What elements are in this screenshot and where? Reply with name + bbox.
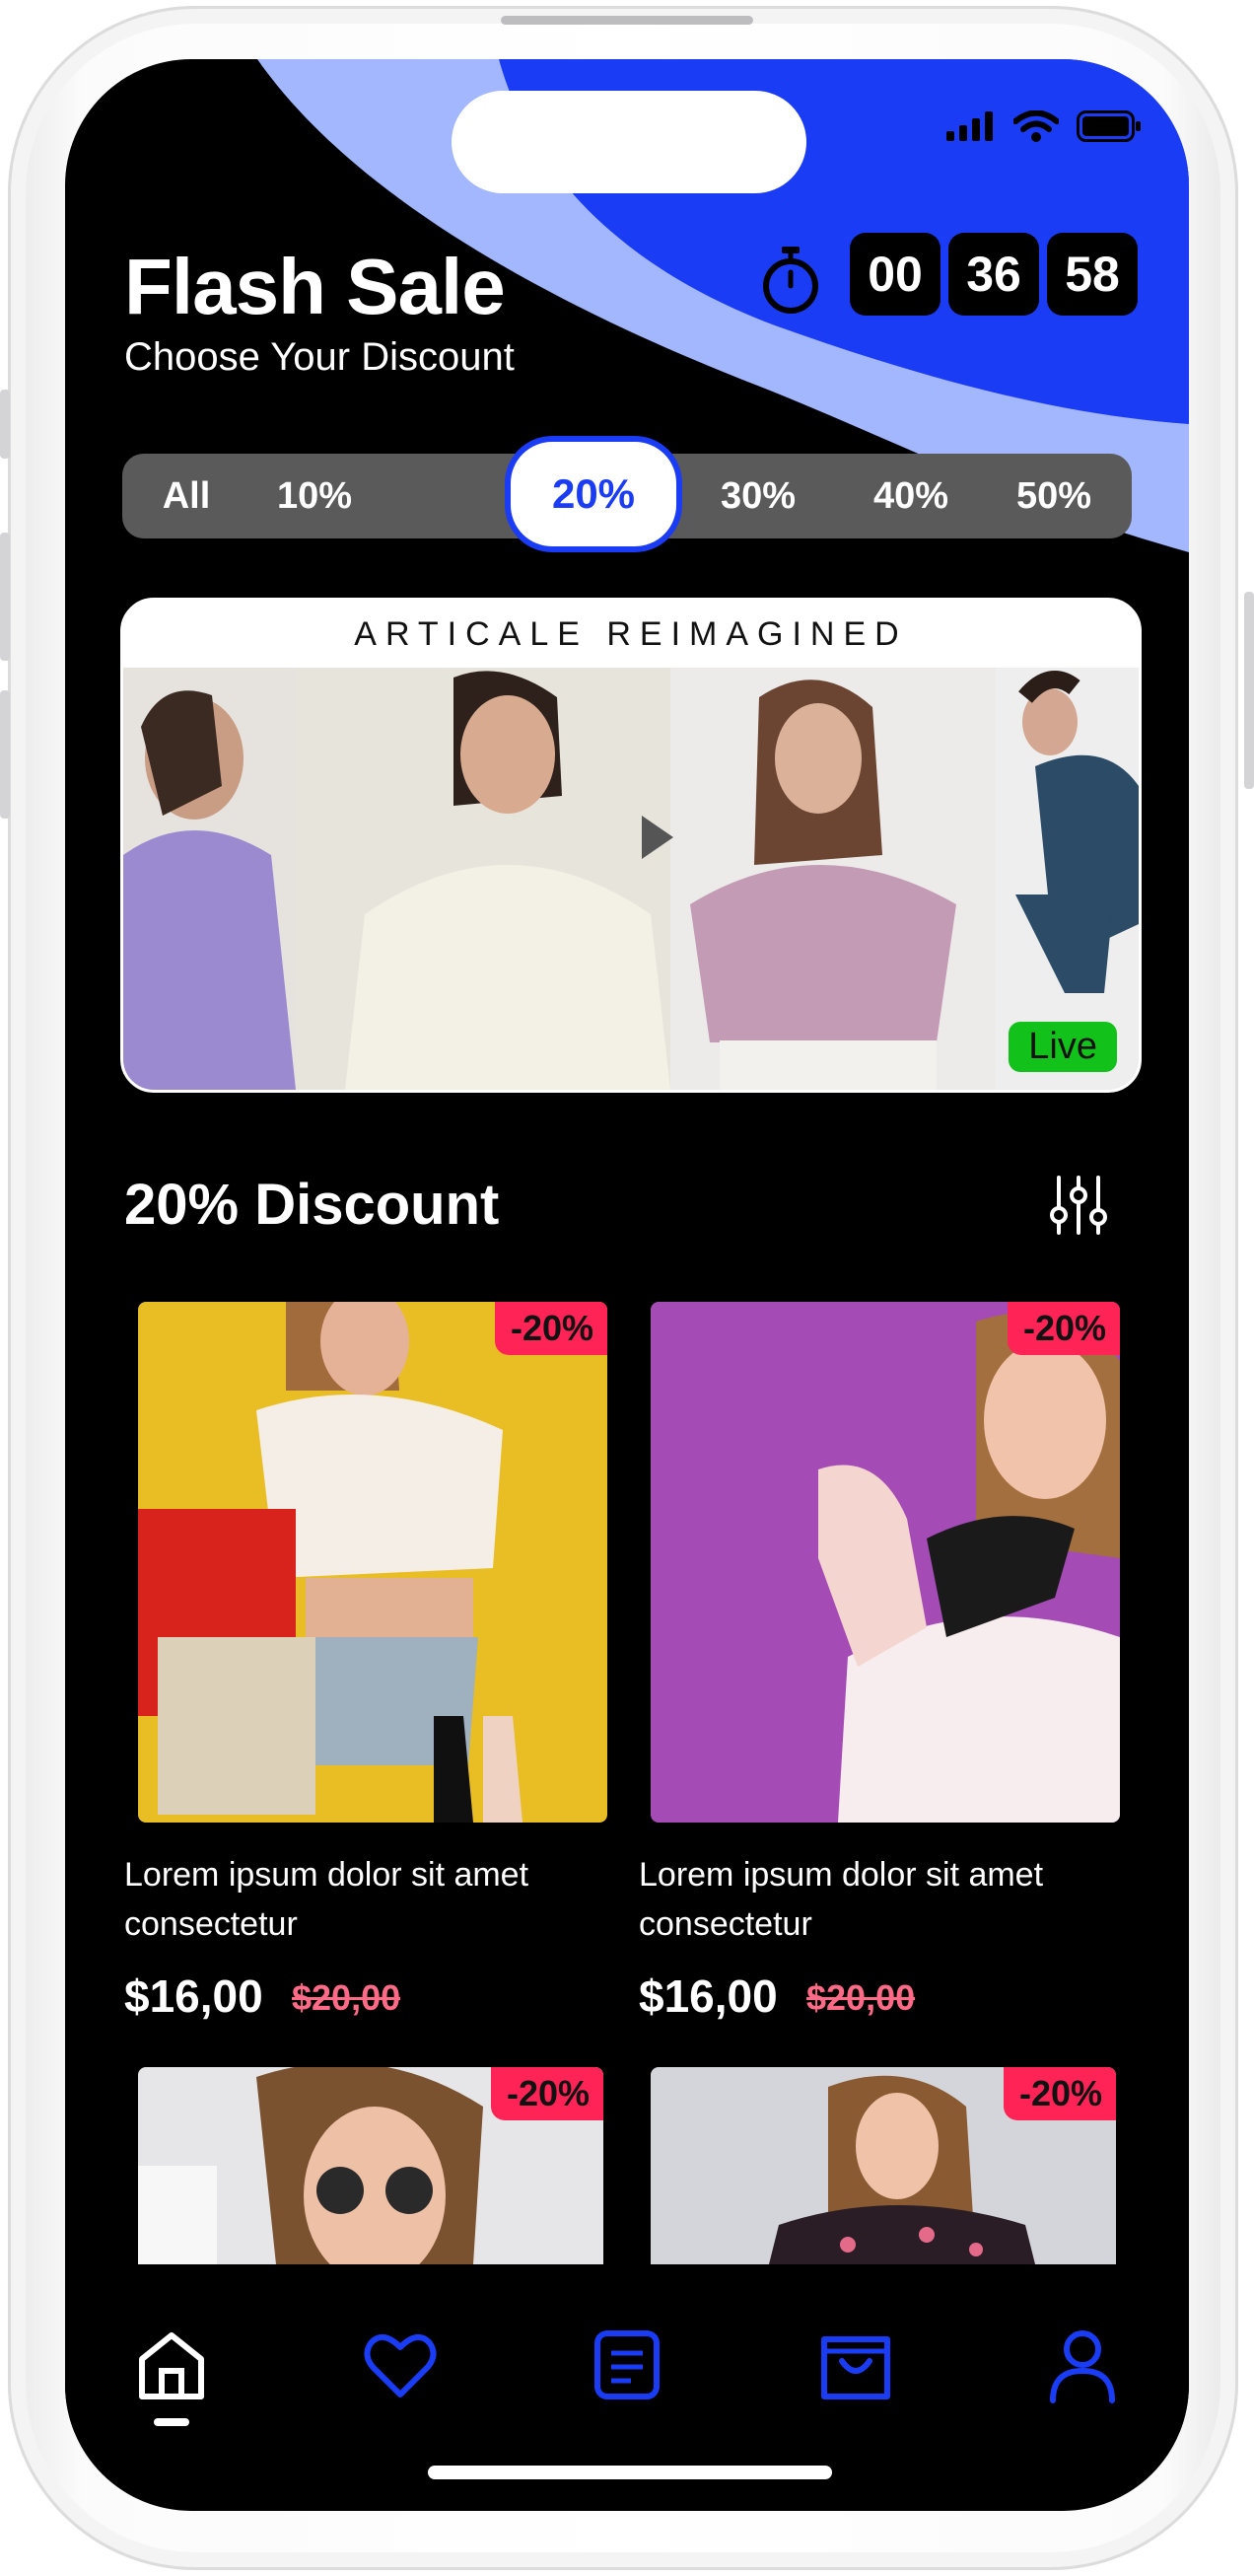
filter-all[interactable]: All xyxy=(132,454,241,538)
phone-side-button xyxy=(1244,592,1254,789)
discount-badge: -20% xyxy=(490,2067,603,2120)
timer-seconds: 58 xyxy=(1047,233,1138,316)
model-figure xyxy=(123,690,296,1090)
home-indicator[interactable] xyxy=(428,2466,832,2479)
filter-50[interactable]: 50% xyxy=(990,454,1118,538)
banner-video xyxy=(123,668,1139,1090)
sliders-icon[interactable] xyxy=(1047,1174,1110,1237)
home-icon[interactable] xyxy=(132,2326,211,2404)
banner-photo-pink-hoodie xyxy=(670,668,996,1090)
discount-filter-bar: All 10% 20% 30% 40% 50% xyxy=(122,436,1132,552)
product-image[interactable]: -20% xyxy=(651,2067,1116,2264)
page-subtitle: Choose Your Discount xyxy=(124,335,515,379)
product-image[interactable]: -20% xyxy=(138,2067,603,2264)
phone-speaker xyxy=(501,16,753,25)
discount-badge: -20% xyxy=(1007,1302,1120,1355)
product-photo-shoes xyxy=(818,1313,1120,1823)
active-tab-indicator xyxy=(154,2418,189,2426)
timer-hours: 00 xyxy=(850,233,940,316)
banner-photo-purple-sweater xyxy=(123,668,296,1090)
battery-icon xyxy=(1077,110,1141,142)
timer-minutes: 36 xyxy=(948,233,1039,316)
filter-40[interactable]: 40% xyxy=(832,454,990,538)
banner-title: ARTICALE REIMAGINED xyxy=(354,614,908,653)
live-badge: Live xyxy=(1009,1022,1117,1072)
discount-badge: -20% xyxy=(494,1302,607,1355)
filter-30[interactable]: 30% xyxy=(694,454,822,538)
bottom-navigation xyxy=(65,2284,1189,2432)
phone-side-button xyxy=(0,533,10,661)
product-price: $16,00 xyxy=(124,1970,263,2022)
product-description[interactable]: Lorem ipsum dolor sit amet consectetur xyxy=(639,1850,1112,1949)
bag-icon[interactable] xyxy=(816,2326,895,2404)
heart-icon[interactable] xyxy=(361,2326,440,2404)
profile-icon[interactable] xyxy=(1043,2326,1122,2404)
product-old-price: $20,00 xyxy=(806,1977,916,2018)
banner-photo-white-top xyxy=(296,668,670,1090)
product-price: $16,00 xyxy=(639,1970,778,2022)
model-figure xyxy=(345,671,670,1090)
filter-20-active[interactable]: 20% xyxy=(505,436,682,552)
filter-10[interactable]: 10% xyxy=(241,454,388,538)
dynamic-island xyxy=(452,91,806,193)
signal-icon xyxy=(946,111,993,141)
product-old-price: $20,00 xyxy=(292,1977,401,2018)
phone-side-button xyxy=(0,390,10,459)
product-image[interactable]: -20% xyxy=(138,1302,607,1823)
countdown-timer: 00 36 58 xyxy=(850,233,1138,316)
live-video-banner[interactable]: ARTICALE REIMAGINED Live xyxy=(120,598,1142,1093)
status-bar xyxy=(946,110,1142,142)
section-title: 20% Discount xyxy=(124,1173,500,1237)
stopwatch-icon xyxy=(763,247,818,314)
phone-side-button xyxy=(0,690,10,819)
orders-icon[interactable] xyxy=(588,2326,666,2404)
discount-badge: -20% xyxy=(1003,2067,1116,2120)
page-title: Flash Sale xyxy=(124,243,506,330)
app-screen: Flash Sale Choose Your Discount 00 36 58… xyxy=(65,59,1189,2511)
product-image[interactable]: -20% xyxy=(651,1302,1120,1823)
product-description[interactable]: Lorem ipsum dolor sit amet consectetur xyxy=(124,1850,597,1949)
wifi-icon xyxy=(1013,110,1059,142)
play-icon[interactable] xyxy=(642,816,673,859)
product-photo-shopping xyxy=(138,1302,522,1823)
model-figure xyxy=(690,680,956,1090)
